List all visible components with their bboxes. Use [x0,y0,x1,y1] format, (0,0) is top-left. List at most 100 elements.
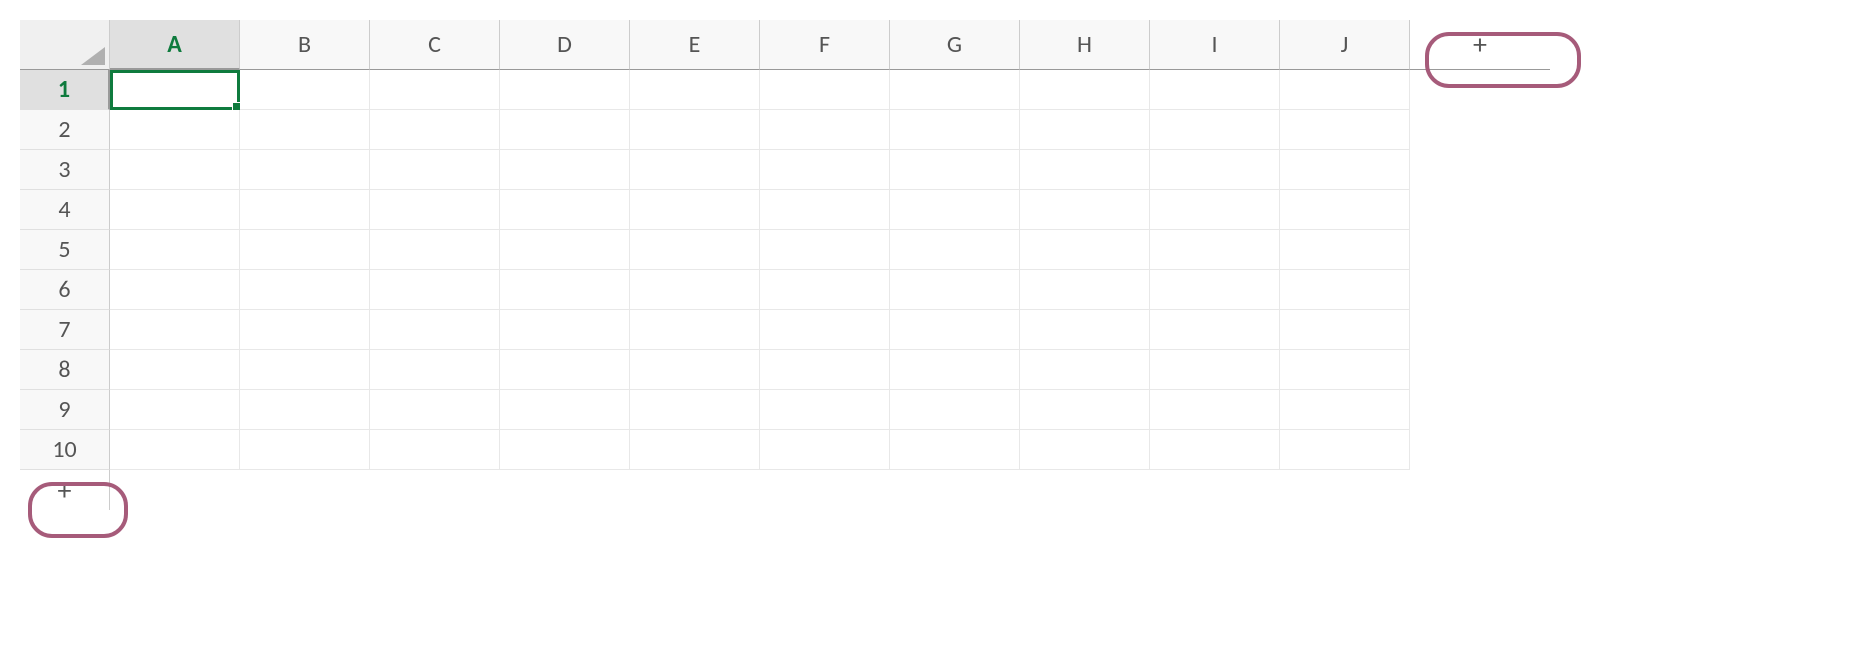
cell-g5[interactable] [890,230,1020,270]
cell-e4[interactable] [630,190,760,230]
row-header-10[interactable]: 10 [20,430,110,470]
cell-h5[interactable] [1020,230,1150,270]
cell-a1[interactable] [110,70,240,110]
cell-f6[interactable] [760,270,890,310]
cell-d7[interactable] [500,310,630,350]
cell-g3[interactable] [890,150,1020,190]
cell-g8[interactable] [890,350,1020,390]
cell-d3[interactable] [500,150,630,190]
cell-d6[interactable] [500,270,630,310]
cell-c1[interactable] [370,70,500,110]
cell-c3[interactable] [370,150,500,190]
cell-f9[interactable] [760,390,890,430]
cell-i5[interactable] [1150,230,1280,270]
cell-i9[interactable] [1150,390,1280,430]
cell-a8[interactable] [110,350,240,390]
cell-j1[interactable] [1280,70,1410,110]
cell-j5[interactable] [1280,230,1410,270]
column-header-d[interactable]: D [500,20,630,70]
cell-b8[interactable] [240,350,370,390]
cell-i8[interactable] [1150,350,1280,390]
cell-f4[interactable] [760,190,890,230]
cell-c4[interactable] [370,190,500,230]
cell-j3[interactable] [1280,150,1410,190]
cell-d5[interactable] [500,230,630,270]
cell-b5[interactable] [240,230,370,270]
add-column-button[interactable]: + [1410,20,1550,70]
cell-a7[interactable] [110,310,240,350]
cell-e9[interactable] [630,390,760,430]
column-header-h[interactable]: H [1020,20,1150,70]
cell-i10[interactable] [1150,430,1280,470]
cell-h8[interactable] [1020,350,1150,390]
column-header-c[interactable]: C [370,20,500,70]
cell-h2[interactable] [1020,110,1150,150]
cell-j6[interactable] [1280,270,1410,310]
cell-e8[interactable] [630,350,760,390]
cell-e1[interactable] [630,70,760,110]
cell-j4[interactable] [1280,190,1410,230]
cell-c6[interactable] [370,270,500,310]
row-header-9[interactable]: 9 [20,390,110,430]
select-all-corner[interactable] [20,20,110,70]
cell-i1[interactable] [1150,70,1280,110]
cell-i4[interactable] [1150,190,1280,230]
add-row-button[interactable]: + [20,470,110,510]
cell-c7[interactable] [370,310,500,350]
cell-b4[interactable] [240,190,370,230]
cell-c10[interactable] [370,430,500,470]
row-header-6[interactable]: 6 [20,270,110,310]
cell-f8[interactable] [760,350,890,390]
cell-j10[interactable] [1280,430,1410,470]
row-header-5[interactable]: 5 [20,230,110,270]
cell-h10[interactable] [1020,430,1150,470]
cell-g6[interactable] [890,270,1020,310]
cell-c9[interactable] [370,390,500,430]
cell-a6[interactable] [110,270,240,310]
cell-c8[interactable] [370,350,500,390]
cell-h3[interactable] [1020,150,1150,190]
cell-g9[interactable] [890,390,1020,430]
cell-g4[interactable] [890,190,1020,230]
cell-d2[interactable] [500,110,630,150]
column-header-f[interactable]: F [760,20,890,70]
cell-a3[interactable] [110,150,240,190]
cell-g7[interactable] [890,310,1020,350]
cell-h7[interactable] [1020,310,1150,350]
row-header-1[interactable]: 1 [20,70,110,110]
cell-i7[interactable] [1150,310,1280,350]
cell-e5[interactable] [630,230,760,270]
cell-b10[interactable] [240,430,370,470]
column-header-b[interactable]: B [240,20,370,70]
cell-h4[interactable] [1020,190,1150,230]
cell-i6[interactable] [1150,270,1280,310]
cell-c2[interactable] [370,110,500,150]
cell-d4[interactable] [500,190,630,230]
cell-g1[interactable] [890,70,1020,110]
cell-j2[interactable] [1280,110,1410,150]
row-header-8[interactable]: 8 [20,350,110,390]
cell-f2[interactable] [760,110,890,150]
cell-b3[interactable] [240,150,370,190]
cell-d8[interactable] [500,350,630,390]
cell-d10[interactable] [500,430,630,470]
cell-a10[interactable] [110,430,240,470]
cell-d9[interactable] [500,390,630,430]
row-header-2[interactable]: 2 [20,110,110,150]
column-header-e[interactable]: E [630,20,760,70]
cell-e7[interactable] [630,310,760,350]
cell-e3[interactable] [630,150,760,190]
cell-d1[interactable] [500,70,630,110]
cell-e6[interactable] [630,270,760,310]
cell-h1[interactable] [1020,70,1150,110]
cell-f7[interactable] [760,310,890,350]
cell-j7[interactable] [1280,310,1410,350]
cell-g2[interactable] [890,110,1020,150]
cell-a9[interactable] [110,390,240,430]
cell-f10[interactable] [760,430,890,470]
cell-c5[interactable] [370,230,500,270]
column-header-i[interactable]: I [1150,20,1280,70]
cell-g10[interactable] [890,430,1020,470]
cell-e10[interactable] [630,430,760,470]
cell-b6[interactable] [240,270,370,310]
